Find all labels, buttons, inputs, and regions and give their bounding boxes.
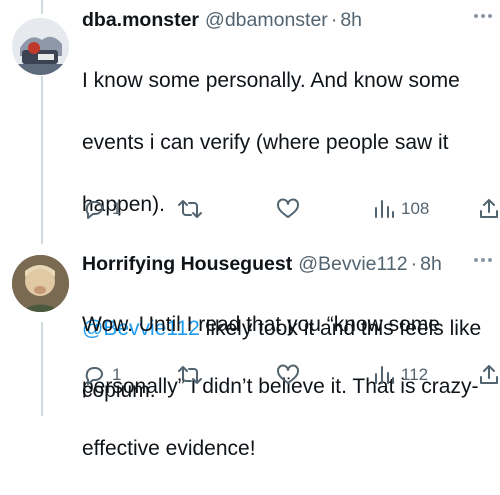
- avatar-cartoon-icon: [12, 18, 69, 75]
- more-icon[interactable]: [474, 14, 492, 18]
- retweet-icon: [178, 200, 202, 218]
- like-button[interactable]: [276, 194, 300, 224]
- tweet-text-line: I know some personally. And know some: [82, 69, 460, 92]
- separator: ·: [330, 8, 338, 31]
- reply-icon: [85, 201, 103, 219]
- views-icon: [375, 366, 394, 384]
- avatar-photo-icon: [12, 255, 69, 312]
- reply-button[interactable]: 1: [82, 360, 121, 390]
- avatar[interactable]: [12, 255, 69, 312]
- author-name[interactable]: dba.monster: [82, 9, 199, 32]
- views-button[interactable]: 108: [373, 194, 429, 224]
- reply-count: 1: [112, 365, 122, 384]
- share-icon: [480, 199, 498, 218]
- tweet-actions: 1 108: [82, 194, 500, 224]
- reply-button[interactable]: 1: [82, 194, 121, 224]
- like-icon: [277, 198, 299, 218]
- author-handle[interactable]: @dbamonster: [205, 9, 328, 32]
- tweet-text-line: events i can verify (where people saw it: [82, 131, 449, 154]
- tweet-header: dba.monster @dbamonster · 8h: [82, 6, 492, 34]
- author-handle[interactable]: @Bevvie112: [298, 253, 407, 276]
- like-button[interactable]: [276, 360, 300, 390]
- view-count: 108: [401, 199, 430, 218]
- retweet-button[interactable]: [177, 360, 203, 390]
- timestamp[interactable]: 8h: [340, 9, 362, 32]
- views-button[interactable]: 112: [373, 360, 428, 390]
- tweet-actions: 1 112: [82, 360, 500, 390]
- share-button[interactable]: [478, 194, 500, 224]
- author-name[interactable]: Horrifying Houseguest: [82, 253, 292, 276]
- avatar[interactable]: [12, 18, 69, 75]
- tweet-text-line: effective evidence!: [82, 437, 256, 460]
- view-count: 112: [401, 365, 429, 384]
- tweet-header: Horrifying Houseguest @Bevvie112 · 8h: [82, 250, 492, 278]
- share-button[interactable]: [478, 360, 500, 390]
- tweet[interactable]: Horrifying Houseguest @Bevvie112 · 8h Wo…: [0, 243, 500, 460]
- retweet-icon: [178, 366, 202, 384]
- tweet[interactable]: dba.monster @dbamonster · 8h I know some…: [0, 0, 500, 402]
- timestamp[interactable]: 8h: [420, 253, 442, 276]
- retweet-button[interactable]: [177, 194, 203, 224]
- share-icon: [480, 365, 498, 384]
- reply-icon: [85, 367, 103, 385]
- views-icon: [375, 200, 394, 218]
- more-icon[interactable]: [474, 258, 492, 262]
- reply-count: 1: [112, 199, 122, 218]
- tweet-text-line: Wow. Until I read that you “know some: [82, 313, 440, 336]
- separator: ·: [410, 252, 418, 275]
- like-icon: [277, 364, 299, 384]
